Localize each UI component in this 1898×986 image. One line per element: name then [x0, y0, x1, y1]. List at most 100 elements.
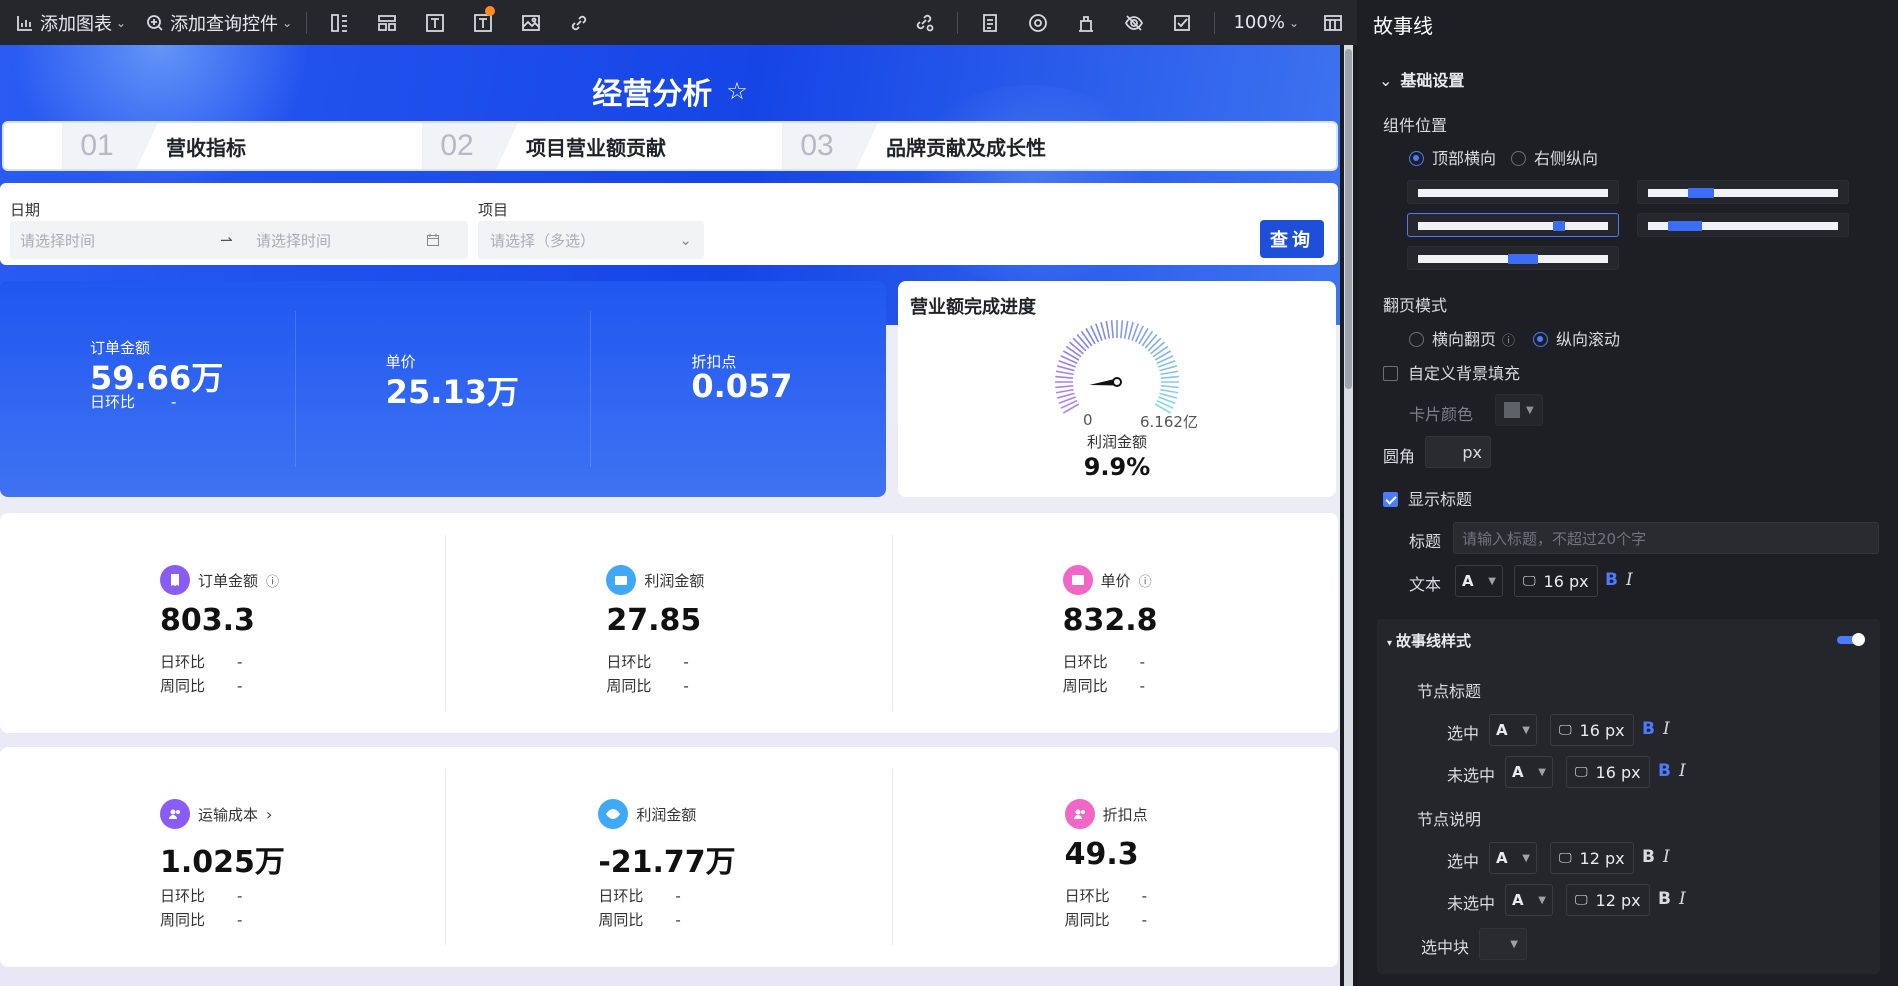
radius-input[interactable]: px [1425, 436, 1491, 468]
info-icon[interactable]: ⓘ [1139, 571, 1152, 590]
node-desc-unselected-font[interactable]: A ▼ [1505, 884, 1553, 916]
date-range-input[interactable]: 请选择时间 ⇀ 请选择时间 [10, 221, 468, 259]
metric-column: 利润金额 27.85 日环比 - 周同比 - [446, 535, 893, 711]
basic-settings-header[interactable]: ⌄ 基础设置 [1379, 67, 1464, 91]
bold-toggle[interactable]: B [1605, 570, 1618, 590]
comment-button[interactable] [1014, 0, 1062, 45]
gauge-tick [1159, 392, 1178, 399]
node-title-selected-font[interactable]: A ▼ [1489, 714, 1537, 746]
style-option-3[interactable] [1407, 213, 1619, 237]
node-title-unselected-size[interactable]: 🖵 16 px [1566, 756, 1650, 788]
style-option-1[interactable] [1407, 180, 1619, 204]
card-color-picker[interactable]: ▼ [1495, 394, 1543, 426]
gauge-metric-label: 利润金额 [1086, 433, 1147, 451]
layout-button[interactable] [363, 0, 411, 45]
node-desc-unselected-size[interactable]: 🖵 12 px [1566, 884, 1650, 916]
week-compare-value: - [1139, 677, 1146, 695]
theme-button[interactable] [1062, 0, 1110, 45]
story-node-slant [852, 123, 882, 169]
users-icon [160, 799, 190, 829]
node-title-unselected-format: BI [1658, 761, 1686, 781]
scrollbar-thumb[interactable] [1345, 49, 1352, 389]
paging-horizontal-radio[interactable]: 横向翻页 ⓘ [1409, 326, 1515, 350]
report-button[interactable] [966, 0, 1014, 45]
checklist-icon [1174, 14, 1191, 31]
chevron-right-icon[interactable]: › [266, 805, 272, 824]
style-option-4[interactable] [1637, 213, 1849, 237]
settings-panel: 故事线 ⌄ 基础设置 组件位置 顶部横向 右侧纵向 翻页模式 横向翻页 ⓘ 纵向滚动… [1357, 0, 1898, 986]
italic-toggle[interactable]: I [1663, 719, 1670, 739]
title-input[interactable]: 请输入标题，不超过20个字 [1453, 522, 1879, 554]
grid-settings-button[interactable] [1309, 0, 1357, 45]
zoom-select[interactable]: 100% ⌄ [1223, 0, 1309, 45]
canvas-scrollbar[interactable] [1344, 45, 1353, 986]
title-input-placeholder: 请输入标题，不超过20个字 [1462, 529, 1647, 548]
preview-button[interactable] [1110, 0, 1158, 45]
style-option-2[interactable] [1637, 180, 1849, 204]
gauge-tick [1080, 330, 1093, 347]
style-option-5[interactable] [1407, 246, 1619, 270]
image-button[interactable] [507, 0, 555, 45]
selected-block-color[interactable]: ▼ [1479, 928, 1527, 960]
story-node-2[interactable]: 02 项目营业额贡献 [422, 123, 782, 169]
italic-toggle[interactable]: I [1663, 847, 1670, 867]
paging-vertical-radio[interactable]: 纵向滚动 [1533, 326, 1620, 350]
gauge-tick [1055, 388, 1074, 394]
kpi-value: 25.13万 [385, 373, 519, 411]
text-size-input[interactable]: 🖵 16 px [1514, 565, 1598, 597]
radio-checked [1533, 332, 1548, 347]
text-size-value: 16 px [1543, 571, 1589, 591]
gauge-tick [1159, 365, 1178, 372]
italic-toggle[interactable]: I [1626, 570, 1633, 590]
rich-text-button[interactable] [459, 0, 507, 45]
metric-week-compare: 周同比 - [160, 909, 242, 930]
node-title-selected-label: 选中 [1447, 724, 1480, 743]
metric-column: 折扣点 49.3 日环比 - 周同比 - [893, 769, 1338, 945]
text-font-color-select[interactable]: A ▼ [1455, 565, 1503, 597]
link-settings-button[interactable] [901, 0, 949, 45]
project-select[interactable]: 请选择（多选） ⌄ [478, 221, 704, 259]
show-title-checkbox[interactable]: 显示标题 [1383, 486, 1472, 510]
layout-icon [378, 14, 397, 31]
add-chart-button[interactable]: 添加图表 ⌄ [0, 0, 132, 45]
bold-toggle[interactable]: B [1642, 719, 1655, 739]
zoom-value: 100% [1233, 12, 1285, 33]
checkbox-checked [1383, 492, 1398, 507]
info-icon[interactable]: ⓘ [266, 571, 279, 590]
custom-bg-checkbox[interactable]: 自定义背景填充 [1383, 360, 1520, 384]
node-desc-selected-size[interactable]: 🖵 12 px [1550, 842, 1634, 874]
add-query-button[interactable]: 添加查询控件 ⌄ [140, 0, 298, 45]
node-title-selected-size[interactable]: 🖵 16 px [1550, 714, 1634, 746]
metric-header: 订单金额 ⓘ [160, 565, 279, 595]
storyline-style-toggle[interactable] [1837, 633, 1865, 646]
storyline-style-header[interactable]: ▾ 故事线样式 [1387, 630, 1471, 651]
add-chart-label: 添加图表 [40, 13, 112, 35]
story-node-1[interactable]: 01 营收指标 [62, 123, 422, 169]
story-node-3[interactable]: 03 品牌贡献及成长性 [782, 123, 1142, 169]
check-button[interactable] [1158, 0, 1206, 45]
position-right-radio[interactable]: 右侧纵向 [1511, 145, 1598, 169]
kpi-sub-label: 日环比 [90, 393, 136, 411]
node-title-unselected-font[interactable]: A ▼ [1505, 756, 1553, 788]
query-button[interactable]: 查询 [1260, 220, 1324, 258]
kpi-unit-price: 单价 25.13万 [296, 311, 592, 467]
node-desc-selected-font[interactable]: A ▼ [1489, 842, 1537, 874]
star-icon[interactable]: ☆ [726, 77, 748, 105]
filter-layout-button[interactable] [315, 0, 363, 45]
italic-toggle[interactable]: I [1679, 889, 1686, 909]
chevron-down-icon: ⌄ [1288, 15, 1299, 30]
position-top-radio[interactable]: 顶部横向 [1409, 145, 1496, 169]
bold-toggle[interactable]: B [1658, 889, 1671, 909]
bold-toggle[interactable]: B [1658, 761, 1671, 781]
sliders-icon [331, 13, 348, 32]
bold-toggle[interactable]: B [1642, 847, 1655, 867]
eye-off-icon [1125, 14, 1144, 31]
story-node-label: 项目营业额贡献 [522, 123, 782, 169]
text-format-buttons: BI [1605, 570, 1633, 590]
text-button[interactable] [411, 0, 459, 45]
link-button[interactable] [555, 0, 603, 45]
divider [1214, 11, 1216, 34]
metric-week-compare: 周同比 - [1065, 909, 1147, 930]
italic-toggle[interactable]: I [1679, 761, 1686, 781]
arrow-right-icon: ⇀ [220, 231, 233, 249]
